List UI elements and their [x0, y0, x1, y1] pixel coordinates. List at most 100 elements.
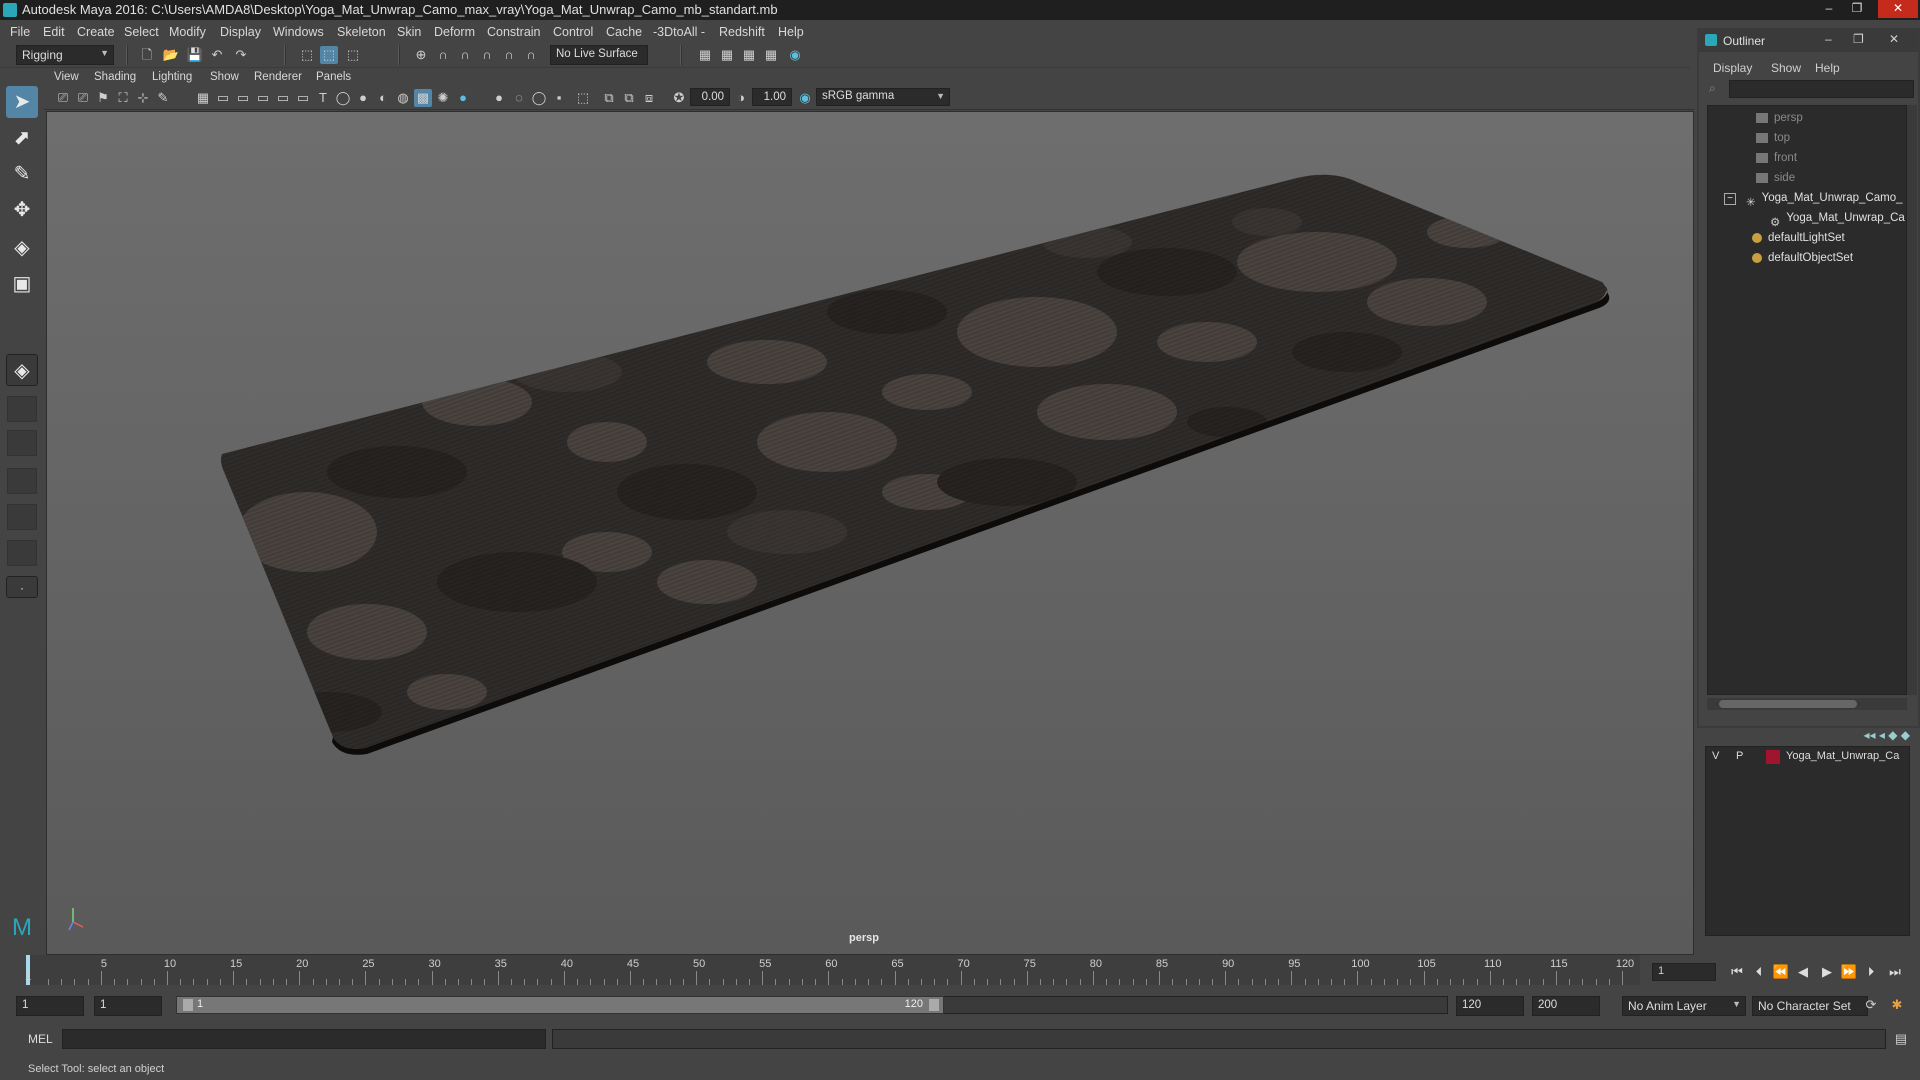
minimize-button[interactable]: – [1816, 0, 1842, 18]
safe-title-icon[interactable]: T [314, 89, 332, 107]
restore-button[interactable]: ❐ [1844, 0, 1870, 18]
mel-command-input[interactable] [62, 1029, 546, 1049]
outliner-item-side[interactable]: side [1756, 168, 1795, 188]
wireframe-on-shaded-icon[interactable]: ◐ [374, 89, 392, 107]
camera-select-icon[interactable]: ⎚ [54, 89, 72, 107]
play-forwards-icon[interactable]: ▶ [1818, 963, 1836, 981]
step-forward-key-icon[interactable]: ⏩ [1840, 963, 1858, 981]
filter-icon[interactable]: ⌕ [1709, 81, 1716, 96]
menu-display[interactable]: Display [220, 25, 261, 39]
open-scene-icon[interactable]: 📂 [162, 46, 180, 64]
depth-of-field-icon[interactable]: ▪ [550, 89, 568, 107]
menu-create[interactable]: Create [77, 25, 115, 39]
play-backwards-icon[interactable]: ◀ [1794, 963, 1812, 981]
menu-skeleton[interactable]: Skeleton [337, 25, 386, 39]
xray-components-icon[interactable]: ⧈ [640, 89, 658, 107]
outliner-item-front[interactable]: front [1756, 148, 1797, 168]
viewport-menu-view[interactable]: View [54, 71, 79, 83]
screen-space-ao-icon[interactable]: ● [490, 89, 508, 107]
hypershade-icon[interactable]: ◉ [786, 46, 804, 64]
outliner-minimize-button[interactable]: – [1825, 32, 1832, 46]
four-view-layout-icon[interactable] [7, 396, 37, 422]
menu-set-dropdown[interactable]: Rigging ▼ [16, 45, 114, 65]
auto-key-icon[interactable]: ⟳ [1862, 996, 1880, 1014]
grease-pencil-icon[interactable]: ✎ [154, 89, 172, 107]
paint-select-icon[interactable]: ✎ [6, 158, 38, 190]
camera-attributes-icon[interactable]: ⎚ [74, 89, 92, 107]
select-component-icon[interactable]: ⬚ [344, 46, 362, 64]
gamma-icon[interactable]: ◑ [732, 89, 750, 107]
motion-blur-icon[interactable]: ◌ [510, 89, 528, 107]
textured-icon[interactable]: ▩ [414, 89, 432, 107]
isolate-select-icon[interactable]: ⬚ [574, 89, 592, 107]
render-view-icon[interactable]: ▦ [762, 46, 780, 64]
2d-pan-zoom-icon[interactable]: ⊹ [134, 89, 152, 107]
step-forward-frame-icon[interactable]: ⏵ [1862, 963, 1880, 981]
menu-edit[interactable]: Edit [43, 25, 65, 39]
animation-preferences-icon[interactable]: ✱ [1888, 996, 1906, 1014]
animation-end-field[interactable]: 200 [1532, 996, 1600, 1016]
viewport-menu-lighting[interactable]: Lighting [152, 71, 192, 83]
snap-grid-icon[interactable]: ⊕ [412, 46, 430, 64]
menu-modify[interactable]: Modify [169, 25, 206, 39]
layer-visibility-toggle[interactable]: V [1712, 750, 1719, 762]
move-tool-icon[interactable]: ✥ [6, 194, 38, 226]
range-slider-handle[interactable]: 1 120 [176, 996, 944, 1014]
redo-icon[interactable]: ↷ [232, 46, 250, 64]
use-all-lights-icon[interactable]: ✺ [434, 89, 452, 107]
ipr-render-icon[interactable]: ▦ [740, 46, 758, 64]
image-plane-icon[interactable]: ⛶ [114, 89, 132, 107]
persp-graph-layout-icon[interactable] [7, 468, 37, 494]
snap-point-icon[interactable]: ∩ [456, 46, 474, 64]
outliner-item-default-light-set[interactable]: defaultLightSet [1752, 228, 1845, 248]
scale-tool-icon[interactable]: ▣ [6, 268, 38, 300]
viewport-menu-show[interactable]: Show [210, 71, 239, 83]
layer-name[interactable]: Yoga_Mat_Unwrap_Ca [1786, 750, 1899, 762]
viewport-menu-panels[interactable]: Panels [316, 71, 351, 83]
rotate-tool-icon[interactable]: ◈ [6, 232, 38, 264]
resolution-gate-icon[interactable]: ▭ [234, 89, 252, 107]
mel-label[interactable]: MEL [28, 1032, 53, 1046]
outliner-item-mesh[interactable]: ⚙ Yoga_Mat_Unwrap_Ca [1770, 208, 1905, 229]
select-object-icon[interactable]: ⬚ [320, 46, 338, 64]
menu-select[interactable]: Select [124, 25, 159, 39]
menu-windows[interactable]: Windows [273, 25, 324, 39]
outliner-close-button[interactable]: ✕ [1889, 32, 1899, 46]
menu-control[interactable]: Control [553, 25, 593, 39]
wireframe-icon[interactable]: ◯ [334, 89, 352, 107]
outliner-item-top[interactable]: top [1756, 128, 1790, 148]
grid-icon[interactable]: ▦ [194, 89, 212, 107]
select-tool-icon[interactable]: ➤ [6, 86, 38, 118]
menu-redshift[interactable]: Redshift [719, 25, 765, 39]
default-material-icon[interactable]: ◍ [394, 89, 412, 107]
range-start-grip[interactable] [183, 999, 193, 1011]
xray-icon[interactable]: ⧉ [600, 89, 618, 107]
field-chart-icon[interactable]: ▭ [274, 89, 292, 107]
single-perspective-layout-icon[interactable]: ◈ [6, 354, 38, 386]
snap-curve-icon[interactable]: ∩ [434, 46, 452, 64]
view-transform-dropdown[interactable]: sRGB gamma ▼ [816, 88, 950, 106]
menu-3dtoall[interactable]: -3DtoAll - [653, 25, 705, 39]
menu-file[interactable]: File [10, 25, 30, 39]
menu-deform[interactable]: Deform [434, 25, 475, 39]
viewport-menu-shading[interactable]: Shading [94, 71, 136, 83]
scrollbar-thumb[interactable] [1719, 700, 1857, 708]
undo-icon[interactable]: ↶ [208, 46, 226, 64]
timeline-ruler[interactable]: 1 5 10 15 20 25 30 35 40 45 50 55 60 65 70 75 80 85 90 95 1… [25, 955, 1640, 985]
snap-view-icon[interactable]: ∩ [478, 46, 496, 64]
more-layouts-icon[interactable]: · [6, 576, 38, 598]
outliner-search-input[interactable] [1729, 80, 1914, 98]
menu-skin[interactable]: Skin [397, 25, 421, 39]
save-scene-icon[interactable]: 💾 [186, 46, 204, 64]
layer-playback-toggle[interactable]: P [1736, 750, 1743, 762]
menu-help[interactable]: Help [778, 25, 804, 39]
step-back-key-icon[interactable]: ⏪ [1772, 963, 1790, 981]
outliner-item-default-object-set[interactable]: defaultObjectSet [1752, 248, 1853, 268]
layer-row[interactable]: V P Yoga_Mat_Unwrap_Ca [1706, 747, 1909, 767]
script-editor-icon[interactable]: ▤ [1892, 1030, 1910, 1048]
outliner-persp-layout-icon[interactable] [7, 540, 37, 566]
snap-surface-icon[interactable]: ∩ [500, 46, 518, 64]
bookmark-icon[interactable]: ⚑ [94, 89, 112, 107]
outliner-horizontal-scrollbar[interactable] [1707, 698, 1907, 710]
safe-action-icon[interactable]: ▭ [294, 89, 312, 107]
